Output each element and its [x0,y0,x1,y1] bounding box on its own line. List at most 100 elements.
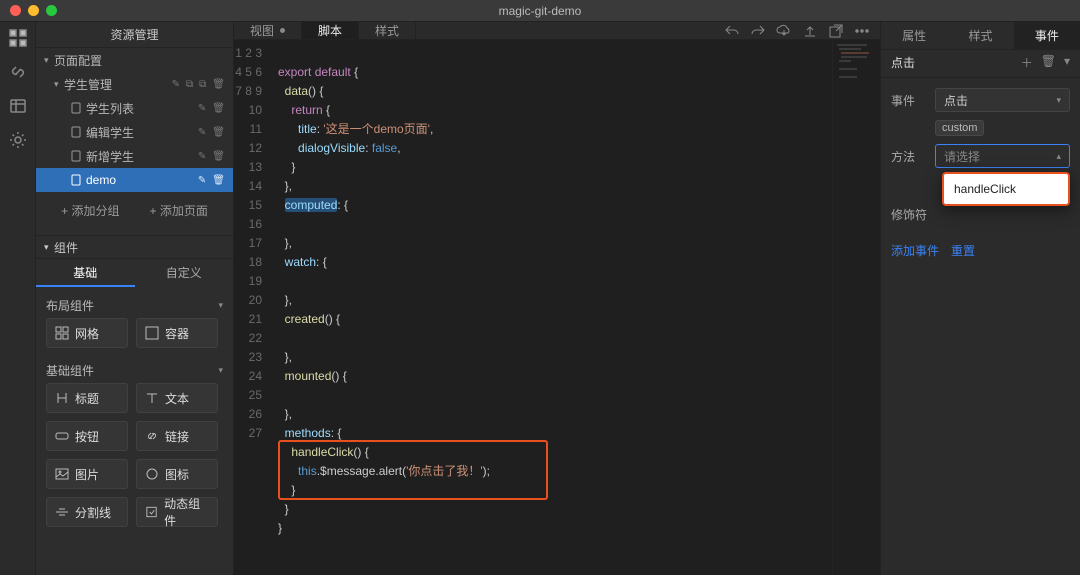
minimap[interactable] [832,40,880,575]
fn-name: created [285,312,325,326]
select-placeholder: 请选择 [944,148,980,165]
modified-dot-icon [280,28,285,33]
delete-icon[interactable]: 🗑 [212,175,225,186]
edit-icon[interactable]: ✎ [198,103,206,114]
label-modifier: 修饰符 [891,206,927,223]
delete-icon[interactable]: 🗑 [212,103,225,114]
fn-name: mounted [285,369,332,383]
method-select[interactable]: 请选择 ▴ [935,144,1070,168]
component-image[interactable]: 图片 [46,459,128,489]
add-group-button[interactable]: + 添加分组 [61,202,119,219]
undo-icon[interactable] [724,23,740,39]
reset-link[interactable]: 重置 [951,242,975,259]
section-title: 点击 [891,54,915,71]
component-container[interactable]: 容器 [136,318,218,348]
edit-icon[interactable]: ✎ [172,79,180,90]
chevron-down-icon: ▾ [218,300,223,311]
add-page-button[interactable]: + 添加页面 [150,202,208,219]
chevron-down-icon: ▾ [44,242,54,253]
tab-base-components[interactable]: 基础 [36,259,135,287]
edit-icon[interactable]: ✎ [198,127,206,138]
redo-icon[interactable] [750,23,766,39]
tree-label: 学生管理 [64,76,172,93]
window-titlebar: magic-git-demo [0,0,1080,22]
external-icon[interactable] [828,23,844,39]
tree-item-add-student[interactable]: 新增学生 ✎ 🗑 [36,144,233,168]
fn-name: handleClick [291,445,353,459]
tree-root-page-config[interactable]: ▾ 页面配置 [36,48,233,72]
property-tabs: 属性 样式 事件 [881,22,1080,50]
keyword: return [291,103,322,117]
link-icon[interactable] [8,62,28,82]
string: '你点击了我！' [406,464,483,478]
custom-badge[interactable]: custom [935,120,984,136]
upload-icon[interactable] [802,23,818,39]
page-tree: ▾ 页面配置 ▾ 学生管理 ✎ ⧉ ⧉ 🗑 学生列表 ✎🗑 编辑 [36,48,233,235]
chevron-down-icon: ▾ [218,365,223,376]
delete-icon[interactable]: 🗑 [212,151,225,162]
card-label: 分割线 [75,504,111,521]
delete-icon[interactable]: 🗑 [1041,54,1056,71]
settings-icon[interactable] [8,130,28,150]
add-event-link[interactable]: 添加事件 [891,242,939,259]
code-content[interactable]: export default { data() { return { title… [270,40,832,575]
tab-label: 脚本 [318,22,342,39]
edit-icon[interactable]: ✎ [198,175,206,186]
tab-view[interactable]: 视图 [234,22,302,39]
prop: watch [285,255,316,269]
select-value: 点击 [944,92,968,109]
chevron-down-icon[interactable]: ▾ [1064,54,1070,71]
tree-group-student[interactable]: ▾ 学生管理 ✎ ⧉ ⧉ 🗑 [36,72,233,96]
code-editor[interactable]: 1 2 3 4 5 6 7 8 9 10 11 12 13 14 15 16 1… [234,40,880,575]
editor-toolbar [714,22,880,39]
component-icon[interactable]: 图标 [136,459,218,489]
line-gutter: 1 2 3 4 5 6 7 8 9 10 11 12 13 14 15 16 1… [234,40,270,575]
event-section-header: 点击 ＋ 🗑 ▾ [881,50,1080,78]
event-select[interactable]: 点击 ▾ [935,88,1070,112]
more-icon[interactable] [854,23,870,39]
delete-icon[interactable]: 🗑 [212,127,225,138]
component-button[interactable]: 按钮 [46,421,128,451]
cloud-download-icon[interactable] [776,23,792,39]
tab-custom-components[interactable]: 自定义 [135,259,234,287]
component-title[interactable]: 标题 [46,383,128,413]
prop: methods [285,426,331,440]
copy2-icon[interactable]: ⧉ [199,79,206,90]
delete-icon[interactable]: 🗑 [212,79,225,90]
tree-item-edit-student[interactable]: 编辑学生 ✎🗑 [36,120,233,144]
chevron-down-icon: ▾ [44,55,54,66]
resource-panel-title: 资源管理 [36,22,233,48]
label-event: 事件 [891,92,927,109]
component-text[interactable]: 文本 [136,383,218,413]
layout-group-header[interactable]: 布局组件 ▾ [46,293,223,318]
tree-label: 新增学生 [86,148,198,165]
tab-label: 样式 [375,22,399,39]
basic-group-header[interactable]: 基础组件 ▾ [46,358,223,383]
component-link[interactable]: 链接 [136,421,218,451]
add-icon[interactable]: ＋ [1021,54,1033,71]
file-icon [70,126,82,138]
apps-icon[interactable] [8,28,28,48]
tab-events[interactable]: 事件 [1014,22,1080,49]
group-label: 布局组件 [46,297,94,314]
edit-icon[interactable]: ✎ [198,151,206,162]
tree-row-actions: ✎ ⧉ ⧉ 🗑 [172,79,225,90]
tree-item-student-list[interactable]: 学生列表 ✎ 🗑 [36,96,233,120]
tab-script[interactable]: 脚本 [302,22,359,39]
card-label: 动态组件 [164,495,209,529]
tab-style[interactable]: 样式 [359,22,416,39]
component-grid[interactable]: 网格 [46,318,128,348]
component-dynamic[interactable]: 动态组件 [136,497,218,527]
component-divider[interactable]: 分割线 [46,497,128,527]
keyword: export [278,65,311,79]
resource-panel: 资源管理 ▾ 页面配置 ▾ 学生管理 ✎ ⧉ ⧉ 🗑 学生列表 ✎ 🗑 [36,22,234,575]
tree-label: 学生列表 [86,100,198,117]
fn-name: data [285,84,308,98]
components-section-header[interactable]: ▾ 组件 [36,235,233,259]
copy-icon[interactable]: ⧉ [186,79,193,90]
data-icon[interactable] [8,96,28,116]
tab-props[interactable]: 属性 [881,22,947,49]
tab-style-right[interactable]: 样式 [947,22,1013,49]
dropdown-option-handleclick[interactable]: handleClick [954,182,1058,196]
tree-item-demo[interactable]: demo ✎🗑 [36,168,233,192]
